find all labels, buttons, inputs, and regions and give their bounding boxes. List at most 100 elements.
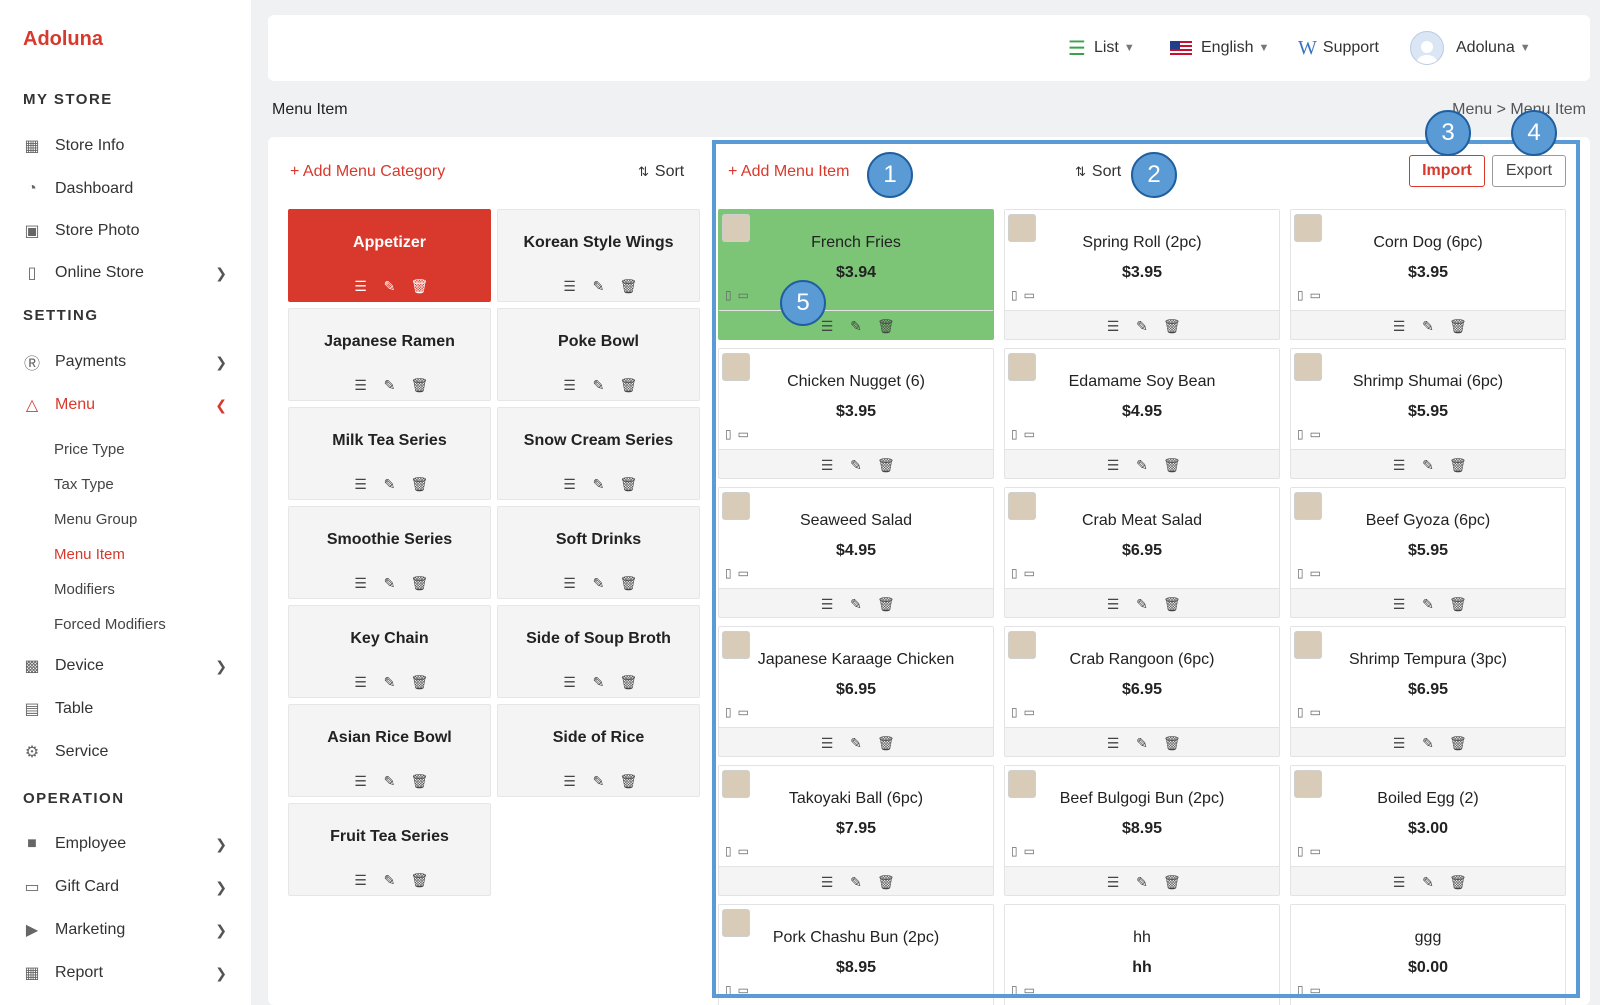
sidebar-sub-forced-modifiers[interactable]: Forced Modifiers <box>54 616 166 633</box>
drag-handle-icon[interactable]: ☰ <box>819 596 835 613</box>
sidebar-item-table[interactable]: ▤ Table <box>22 694 227 724</box>
drag-handle-icon[interactable]: ☰ <box>562 773 578 790</box>
sidebar-item-marketing[interactable]: ▶ Marketing ❯ <box>22 915 227 945</box>
sidebar-item-online-store[interactable]: ▯ Online Store ❯ <box>22 258 227 288</box>
menu-item-card[interactable]: Crab Rangoon (6pc) $6.95 ▯ ▭ ☰ ✎ 🗑 <box>1004 626 1280 757</box>
drag-handle-icon[interactable]: ☰ <box>1391 735 1407 752</box>
edit-icon[interactable]: ✎ <box>848 457 864 474</box>
drag-handle-icon[interactable]: ☰ <box>353 377 369 394</box>
drag-handle-icon[interactable]: ☰ <box>819 735 835 752</box>
delete-icon[interactable]: 🗑 <box>620 575 638 592</box>
drag-handle-icon[interactable]: ☰ <box>353 278 369 295</box>
sidebar-item-gift-card[interactable]: ▭ Gift Card ❯ <box>22 872 227 902</box>
delete-icon[interactable]: 🗑 <box>1449 596 1467 613</box>
add-menu-category-button[interactable]: + Add Menu Category <box>290 163 445 181</box>
drag-handle-icon[interactable]: ☰ <box>562 575 578 592</box>
delete-icon[interactable]: 🗑 <box>1449 735 1467 752</box>
sidebar-sub-tax-type[interactable]: Tax Type <box>54 476 114 493</box>
delete-icon[interactable]: 🗑 <box>877 735 895 752</box>
delete-icon[interactable]: 🗑 <box>1163 874 1181 891</box>
drag-handle-icon[interactable]: ☰ <box>1391 318 1407 335</box>
delete-icon[interactable]: 🗑 <box>411 674 429 691</box>
delete-icon[interactable]: 🗑 <box>620 674 638 691</box>
menu-item-card[interactable]: Chicken Nugget (6) $3.95 ▯ ▭ ☰ ✎ 🗑 <box>718 348 994 479</box>
edit-icon[interactable]: ✎ <box>1420 735 1436 752</box>
edit-icon[interactable]: ✎ <box>591 278 607 295</box>
drag-handle-icon[interactable]: ☰ <box>562 377 578 394</box>
drag-handle-icon[interactable]: ☰ <box>1105 457 1121 474</box>
menu-item-card[interactable]: hhhh▯▭☰✎🗑 <box>1004 904 1280 1005</box>
menu-item-card[interactable]: Shrimp Tempura (3pc) $6.95 ▯ ▭ ☰ ✎ 🗑 <box>1290 626 1566 757</box>
edit-icon[interactable]: ✎ <box>1420 874 1436 891</box>
menu-item-card[interactable]: ggg$0.00▯▭☰✎🗑 <box>1290 904 1566 1005</box>
support-link[interactable]: W Support <box>1298 15 1379 81</box>
edit-icon[interactable]: ✎ <box>382 476 398 493</box>
edit-icon[interactable]: ✎ <box>1420 457 1436 474</box>
language-switcher[interactable]: English ▼ <box>1170 15 1269 81</box>
edit-icon[interactable]: ✎ <box>1134 874 1150 891</box>
import-button[interactable]: Import <box>1409 155 1485 187</box>
edit-icon[interactable]: ✎ <box>382 674 398 691</box>
view-switcher[interactable]: ☰ List ▼ <box>1068 15 1135 81</box>
drag-handle-icon[interactable]: ☰ <box>1105 874 1121 891</box>
drag-handle-icon[interactable]: ☰ <box>562 674 578 691</box>
delete-icon[interactable]: 🗑 <box>877 596 895 613</box>
edit-icon[interactable]: ✎ <box>1134 596 1150 613</box>
edit-icon[interactable]: ✎ <box>591 773 607 790</box>
menu-item-card[interactable]: Shrimp Shumai (6pc) $5.95 ▯ ▭ ☰ ✎ 🗑 <box>1290 348 1566 479</box>
edit-icon[interactable]: ✎ <box>382 872 398 889</box>
delete-icon[interactable]: 🗑 <box>1163 735 1181 752</box>
menu-item-card[interactable]: Corn Dog (6pc) $3.95 ▯ ▭ ☰ ✎ 🗑 <box>1290 209 1566 340</box>
edit-icon[interactable]: ✎ <box>1134 318 1150 335</box>
drag-handle-icon[interactable]: ☰ <box>353 575 369 592</box>
delete-icon[interactable]: 🗑 <box>411 773 429 790</box>
edit-icon[interactable]: ✎ <box>382 377 398 394</box>
drag-handle-icon[interactable]: ☰ <box>819 457 835 474</box>
sidebar-item-payments[interactable]: Ⓡ Payments ❯ <box>22 347 227 377</box>
delete-icon[interactable]: 🗑 <box>877 457 895 474</box>
category-card[interactable]: Fruit Tea Series ☰ ✎ 🗑 <box>288 803 491 896</box>
drag-handle-icon[interactable]: ☰ <box>353 674 369 691</box>
drag-handle-icon[interactable]: ☰ <box>1105 596 1121 613</box>
drag-handle-icon[interactable]: ☰ <box>819 318 835 335</box>
menu-item-card[interactable]: Pork Chashu Bun (2pc)$8.95▯▭☰✎🗑 <box>718 904 994 1005</box>
edit-icon[interactable]: ✎ <box>848 318 864 335</box>
category-card[interactable]: Side of Soup Broth ☰ ✎ 🗑 <box>497 605 700 698</box>
edit-icon[interactable]: ✎ <box>382 575 398 592</box>
category-card[interactable]: Japanese Ramen ☰ ✎ 🗑 <box>288 308 491 401</box>
category-card[interactable]: Milk Tea Series ☰ ✎ 🗑 <box>288 407 491 500</box>
sidebar-sub-modifiers[interactable]: Modifiers <box>54 581 115 598</box>
drag-handle-icon[interactable]: ☰ <box>562 278 578 295</box>
drag-handle-icon[interactable]: ☰ <box>1391 457 1407 474</box>
drag-handle-icon[interactable]: ☰ <box>1105 318 1121 335</box>
sidebar-item-dashboard[interactable]: ◔ Dashboard <box>22 174 227 204</box>
category-card[interactable]: Smoothie Series ☰ ✎ 🗑 <box>288 506 491 599</box>
sidebar-item-store-photo[interactable]: ▣ Store Photo <box>22 216 227 246</box>
edit-icon[interactable]: ✎ <box>591 377 607 394</box>
drag-handle-icon[interactable]: ☰ <box>819 874 835 891</box>
sidebar-item-store-info[interactable]: ▦ Store Info <box>22 131 227 161</box>
drag-handle-icon[interactable]: ☰ <box>1391 874 1407 891</box>
category-card[interactable]: Korean Style Wings ☰ ✎ 🗑 <box>497 209 700 302</box>
edit-icon[interactable]: ✎ <box>1134 457 1150 474</box>
delete-icon[interactable]: 🗑 <box>1163 596 1181 613</box>
category-card[interactable]: Soft Drinks ☰ ✎ 🗑 <box>497 506 700 599</box>
drag-handle-icon[interactable]: ☰ <box>353 872 369 889</box>
edit-icon[interactable]: ✎ <box>1134 735 1150 752</box>
category-card[interactable]: Side of Rice ☰ ✎ 🗑 <box>497 704 700 797</box>
sidebar-sub-menu-group[interactable]: Menu Group <box>54 511 137 528</box>
category-card[interactable]: Snow Cream Series ☰ ✎ 🗑 <box>497 407 700 500</box>
drag-handle-icon[interactable]: ☰ <box>1105 735 1121 752</box>
drag-handle-icon[interactable]: ☰ <box>353 773 369 790</box>
edit-icon[interactable]: ✎ <box>382 278 398 295</box>
menu-item-card[interactable]: Boiled Egg (2) $3.00 ▯ ▭ ☰ ✎ 🗑 <box>1290 765 1566 896</box>
delete-icon[interactable]: 🗑 <box>411 278 429 295</box>
edit-icon[interactable]: ✎ <box>1420 596 1436 613</box>
delete-icon[interactable]: 🗑 <box>877 318 895 335</box>
delete-icon[interactable]: 🗑 <box>1449 874 1467 891</box>
sidebar-item-report[interactable]: ▦ Report ❯ <box>22 958 227 988</box>
delete-icon[interactable]: 🗑 <box>620 476 638 493</box>
category-card[interactable]: Asian Rice Bowl ☰ ✎ 🗑 <box>288 704 491 797</box>
edit-icon[interactable]: ✎ <box>591 674 607 691</box>
delete-icon[interactable]: 🗑 <box>411 377 429 394</box>
